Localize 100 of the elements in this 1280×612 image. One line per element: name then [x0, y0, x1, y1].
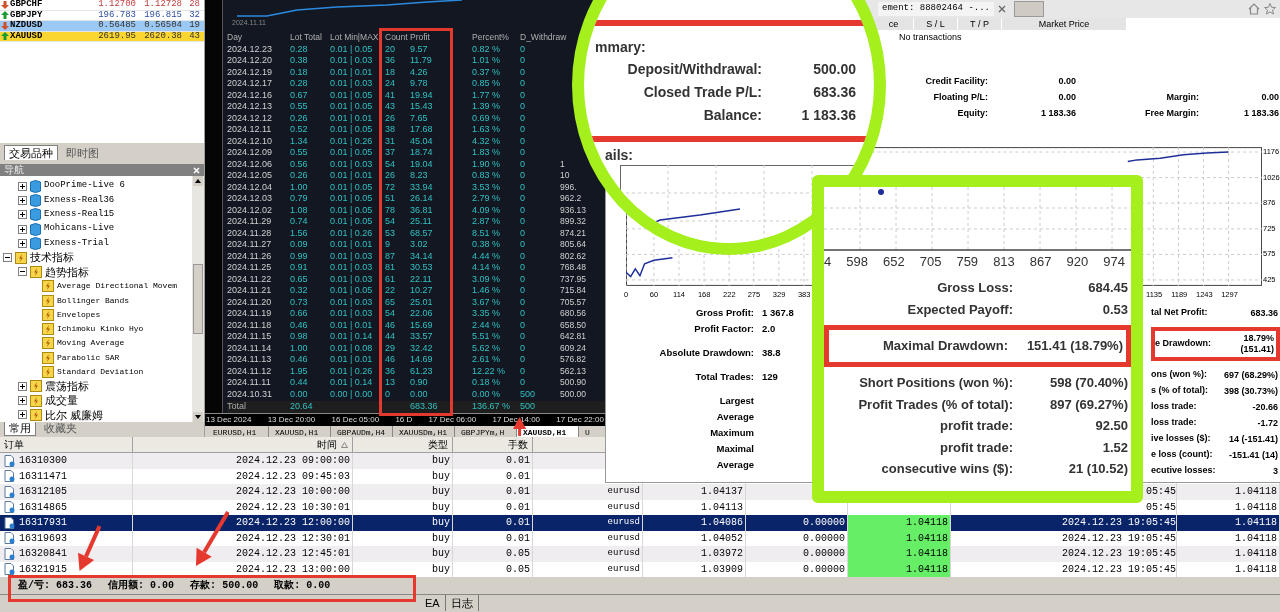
- field-value: 1 183.36: [1039, 107, 1076, 121]
- stat-value: 683.36: [1250, 307, 1278, 319]
- table-cell-text: 9.78: [410, 78, 429, 90]
- price-cell-text: 0.56485: [97, 19, 137, 32]
- stat-label: Total Trades:: [694, 369, 754, 384]
- table-cell-text: 2024.11.28: [227, 227, 273, 239]
- table-cell-text: 0.00000: [803, 562, 845, 577]
- table-cell-text: 2024.12.19: [227, 66, 274, 78]
- table-cell-text: 68.57: [410, 227, 434, 239]
- table-cell-text: 54: [385, 158, 396, 170]
- column-header: Day: [227, 32, 244, 44]
- table-cell-text: 1.01 %: [472, 55, 502, 67]
- table-cell-text: 19.94: [410, 89, 434, 101]
- table-cell-text: 2024.12.17: [227, 78, 274, 90]
- table-cell-text: 0.46: [290, 319, 309, 331]
- table-cell-text: 4.44 %: [472, 250, 502, 262]
- table-cell-text: 3.02: [410, 239, 429, 251]
- table-cell-text: 0: [520, 112, 526, 124]
- table-cell-text: 0: [520, 124, 526, 136]
- axis-label: 920: [1066, 253, 1089, 272]
- table-cell-text: 51: [385, 193, 396, 205]
- table-cell-text: 0.37 %: [472, 66, 502, 78]
- table-cell-text: 0.01: [506, 500, 530, 515]
- stat-value: 684.45: [1087, 279, 1129, 297]
- table-cell-text: 2024.11.29: [227, 216, 273, 228]
- table-cell-text: 1.04118: [1235, 547, 1277, 562]
- table-cell-text: 0: [520, 377, 526, 389]
- table-cell-text: 12.22 %: [472, 365, 507, 377]
- table-cell-text: 658.50: [560, 319, 587, 331]
- table-cell-text: 30.53: [410, 262, 434, 274]
- table-cell-text: 0.01: [506, 531, 530, 546]
- stat-label: ecutive losses:: [1151, 464, 1213, 478]
- time-label: 17 Dec 14:00: [492, 413, 541, 426]
- table-cell-text: 14.69: [410, 354, 434, 366]
- stat-value: 18.79%: [1243, 333, 1274, 344]
- table-cell-text: 936.13: [560, 204, 587, 216]
- table-cell-text: 3.67 %: [472, 296, 502, 308]
- table-cell-text: 7.65: [410, 112, 429, 124]
- table-cell-text: 1.00: [290, 181, 309, 193]
- table-cell-text: 2024.12.23 19:05:45: [1061, 516, 1176, 531]
- stat-label: Average: [715, 457, 754, 472]
- table-cell-text: 16317931: [19, 516, 67, 531]
- table-cell-text: 0.01 | 0.05: [330, 101, 374, 113]
- table-cell-text: 1.04113: [701, 500, 743, 515]
- price-cell-text: 0.56504: [143, 19, 183, 32]
- table-cell-text: 2.79 %: [472, 193, 502, 205]
- table-cell-text: 0.90: [410, 377, 429, 389]
- table-cell-text: 0: [520, 285, 526, 297]
- table-cell-text: 0.05: [506, 562, 530, 577]
- table-cell-text: 61: [385, 273, 396, 285]
- stat-label: Maximal Drawdown:: [882, 337, 1008, 356]
- table-cell-text: 0.01 | 0.03: [330, 308, 374, 320]
- table-cell-text: 0: [520, 262, 526, 274]
- table-cell-text: 0: [520, 204, 526, 216]
- table-cell-text: 2024.12.16: [227, 89, 274, 101]
- stat-label: Profit Trades (% of total):: [857, 395, 1013, 414]
- table-cell-text: 1.04118: [1235, 500, 1277, 515]
- field-value: 1 183.36: [800, 106, 856, 125]
- table-cell-text: 0.01 | 0.01: [330, 112, 374, 124]
- table-cell-text: 0: [520, 331, 526, 343]
- stat-value: (151.41): [1240, 344, 1274, 355]
- table-cell-text: 2024.12.20: [227, 55, 274, 67]
- panel-title: 导航: [4, 165, 24, 175]
- table-cell-text: 0: [520, 273, 526, 285]
- table-cell-text: 5.51 %: [472, 331, 502, 343]
- table-cell-text: 0: [520, 342, 526, 354]
- table-cell-text: 24: [385, 78, 396, 90]
- field-label: Balance:: [702, 106, 762, 125]
- table-cell-text: 2024.10.31: [227, 388, 274, 400]
- stat-value: 0.53: [1101, 300, 1129, 319]
- table-cell-text: 18: [385, 66, 396, 78]
- stat-value: 21 (10.52): [1067, 460, 1129, 478]
- table-cell: eurusd: [607, 562, 640, 576]
- table-cell-text: 0.18: [290, 66, 309, 78]
- table-cell-text: 11.79: [410, 55, 433, 67]
- field-label: Closed Trade P/L:: [642, 83, 762, 102]
- table-cell-text: 0.01 | 0.26: [330, 227, 374, 239]
- table-cell-text: 19.04: [410, 158, 434, 170]
- axis-label: 705: [919, 253, 942, 272]
- field-label: Floating P/L:: [932, 91, 988, 105]
- table-cell-text: 0: [520, 66, 526, 78]
- field-value: 0.00: [1057, 91, 1076, 105]
- table-cell-text: 0.05: [506, 547, 530, 562]
- axis-label: 974: [1103, 253, 1125, 272]
- table-cell-text: 0: [385, 388, 391, 400]
- table-cell-text: 2024.12.23 19:05:45: [1061, 531, 1176, 546]
- stat-label: e Drawdown:: [1155, 337, 1212, 351]
- table-cell-text: 16310300: [19, 454, 67, 469]
- table-cell-text: 0.00 %: [472, 388, 502, 400]
- price-cell-text: 196.783: [97, 8, 137, 21]
- field-label: Free Margin:: [1144, 107, 1199, 121]
- table-cell-text: 2024.12.13: [227, 101, 274, 113]
- summary-item: 信用额: 0.00: [108, 578, 175, 593]
- table-cell-text: 4.32 %: [472, 135, 502, 147]
- table-cell-text: 37: [385, 147, 396, 159]
- table-cell-text: 0.01 | 0.05: [330, 204, 374, 216]
- table-cell-text: 2024.12.10: [227, 135, 274, 147]
- table-cell-text: 22: [385, 285, 396, 297]
- table-cell-text: 16312105: [19, 485, 67, 500]
- table-cell-text: 1.39 %: [472, 101, 502, 113]
